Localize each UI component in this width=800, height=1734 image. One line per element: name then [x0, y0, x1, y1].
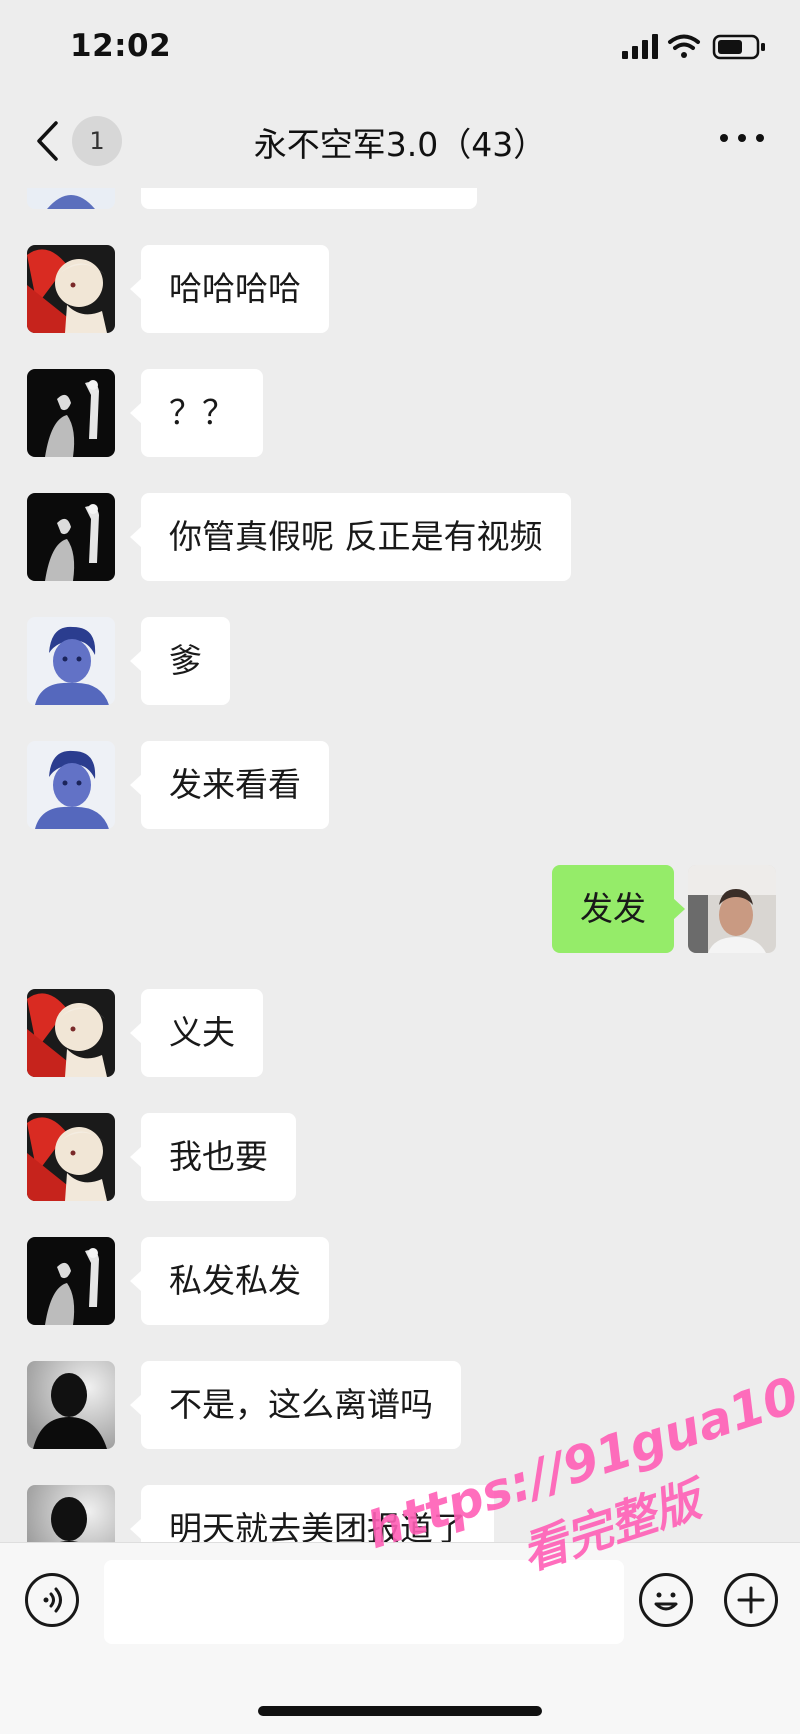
avatar-blue-anime[interactable]	[27, 617, 115, 705]
avatar-bw-figure[interactable]	[27, 369, 115, 457]
message-item: 发来看看	[0, 741, 800, 831]
avatar-blue-anime[interactable]	[27, 741, 115, 829]
message-item: 明天就去美团报道了	[0, 1485, 800, 1542]
signal-icon	[622, 34, 658, 59]
message-item: 义夫	[0, 989, 800, 1079]
message-item	[0, 188, 800, 211]
avatar-silhouette[interactable]	[27, 1485, 115, 1542]
message-item: 你管真假呢 反正是有视频	[0, 493, 800, 583]
status-icons	[622, 33, 772, 61]
message-bubble[interactable]: 私发私发	[130, 1237, 329, 1325]
message-bubble[interactable]	[141, 188, 477, 209]
back-chevron-icon[interactable]	[34, 120, 60, 162]
more-options-icon[interactable]	[720, 132, 764, 146]
message-bubble-self[interactable]: 发发	[552, 865, 685, 953]
message-bubble[interactable]: 爹	[130, 617, 230, 705]
unread-count-badge[interactable]: 1	[72, 116, 122, 166]
emoji-icon[interactable]	[639, 1573, 693, 1627]
avatar-bw-figure[interactable]	[27, 493, 115, 581]
message-item: ？？	[0, 369, 800, 459]
message-bubble[interactable]: 义夫	[130, 989, 263, 1077]
plus-icon[interactable]	[724, 1573, 778, 1627]
avatar-silhouette[interactable]	[27, 1361, 115, 1449]
status-bar: 12:02	[0, 0, 800, 92]
avatar-self-photo[interactable]	[688, 865, 776, 953]
chat-input-bar	[0, 1542, 800, 1734]
avatar-red-anime[interactable]	[27, 1113, 115, 1201]
message-bubble[interactable]: 我也要	[130, 1113, 296, 1201]
chat-header: 1 永不空军3.0（43）	[0, 92, 800, 189]
avatar-bw-figure[interactable]	[27, 1237, 115, 1325]
message-item-self: 发发	[0, 865, 800, 955]
message-bubble[interactable]: ？？	[130, 369, 263, 457]
message-item: 我也要	[0, 1113, 800, 1203]
message-item: 爹	[0, 617, 800, 707]
avatar-blue-anime[interactable]	[27, 188, 115, 209]
message-bubble[interactable]: 明天就去美团报道了	[130, 1485, 494, 1542]
message-list[interactable]: 哈哈哈哈 ？？ 你管真假呢 反正是有视频 爹 发来看看 发发 义夫 我也要 私发…	[0, 188, 800, 1542]
message-item: 不是，这么离谱吗	[0, 1361, 800, 1451]
message-bubble[interactable]: 发来看看	[130, 741, 329, 829]
message-bubble[interactable]: 不是，这么离谱吗	[130, 1361, 461, 1449]
message-bubble[interactable]: 哈哈哈哈	[130, 245, 329, 333]
battery-icon	[712, 34, 765, 60]
chat-title: 永不空军3.0（43）	[253, 125, 547, 164]
message-input[interactable]	[104, 1560, 624, 1644]
message-bubble[interactable]: 你管真假呢 反正是有视频	[130, 493, 571, 581]
wifi-icon	[668, 34, 700, 58]
voice-icon[interactable]	[25, 1573, 79, 1627]
avatar-red-anime[interactable]	[27, 245, 115, 333]
message-item: 私发私发	[0, 1237, 800, 1327]
home-indicator[interactable]	[258, 1706, 542, 1716]
avatar-red-anime[interactable]	[27, 989, 115, 1077]
status-time: 12:02	[70, 28, 172, 64]
message-item: 哈哈哈哈	[0, 245, 800, 335]
